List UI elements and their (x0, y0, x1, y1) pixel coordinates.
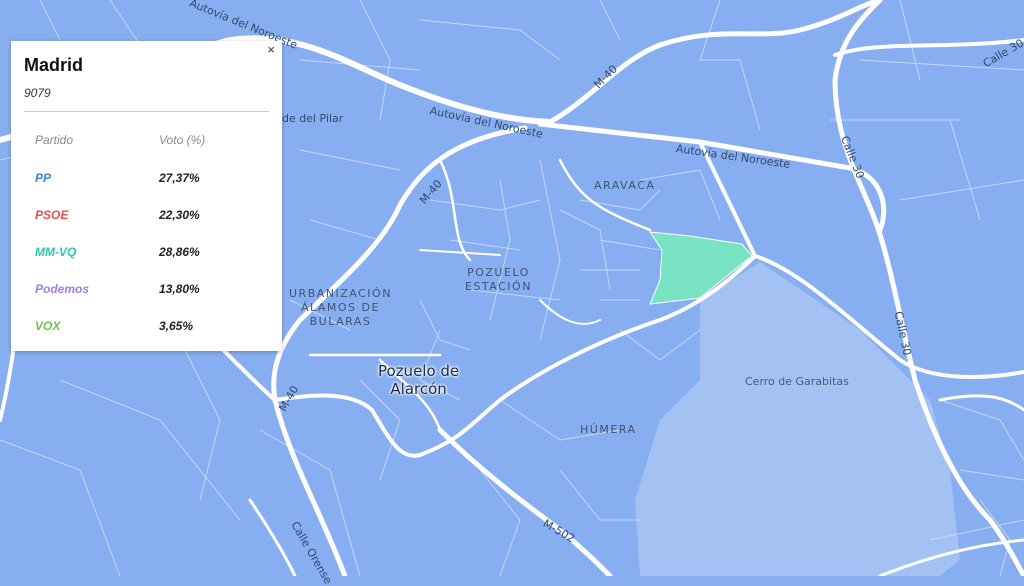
result-row: MM-VQ 28,86% (11, 245, 282, 265)
party-name: VOX (35, 319, 61, 333)
close-icon[interactable]: × (267, 42, 275, 57)
result-row: PP 27,37% (11, 171, 282, 191)
popup-title: Madrid (24, 55, 84, 75)
section-code: 9079 (24, 86, 51, 100)
district-label-line: ÁLAMOS DE (300, 301, 380, 314)
party-vote: 22,30% (159, 208, 200, 222)
party-name: PSOE (35, 208, 69, 222)
party-name: PP (35, 171, 52, 185)
district-label-line: ESTACIÓN (465, 280, 532, 293)
section-popup: × Madrid 9079 Partido Voto (%) PP 27,37%… (11, 41, 282, 351)
district-label-pozuelo-estacion: POZUELO ESTACIÓN (465, 266, 532, 294)
district-label-aravaca: ARAVACA (594, 179, 656, 192)
party-vote: 3,65% (159, 319, 194, 333)
result-row: Podemos 13,80% (11, 282, 282, 302)
party-vote: 28,86% (159, 245, 200, 259)
district-label-line: BULARAS (309, 315, 372, 328)
town-label-pozuelo: Pozuelo de Alarcón (378, 362, 459, 398)
town-label-line: Pozuelo de (378, 362, 460, 380)
result-row: PSOE 22,30% (11, 208, 282, 228)
column-header-vote: Voto (%) (159, 133, 206, 147)
party-vote: 27,37% (159, 171, 200, 185)
party-name: Podemos (35, 282, 90, 296)
column-header-party: Partido (35, 133, 74, 147)
district-label-line: POZUELO (467, 266, 530, 279)
hill-label-garabitas: Cerro de Garabitas (745, 375, 849, 388)
road-label-pilar: de del Pilar (282, 112, 344, 125)
result-row: VOX 3,65% (11, 319, 282, 339)
town-label-line: Alarcón (390, 380, 447, 398)
district-label-humera: HÚMERA (580, 423, 637, 436)
district-label-urbanizacion: URBANIZACIÓN ÁLAMOS DE BULARAS (289, 287, 392, 329)
popup-divider (24, 111, 269, 112)
party-name: MM-VQ (35, 245, 77, 259)
party-vote: 13,80% (159, 282, 200, 296)
district-label-line: URBANIZACIÓN (289, 287, 392, 300)
